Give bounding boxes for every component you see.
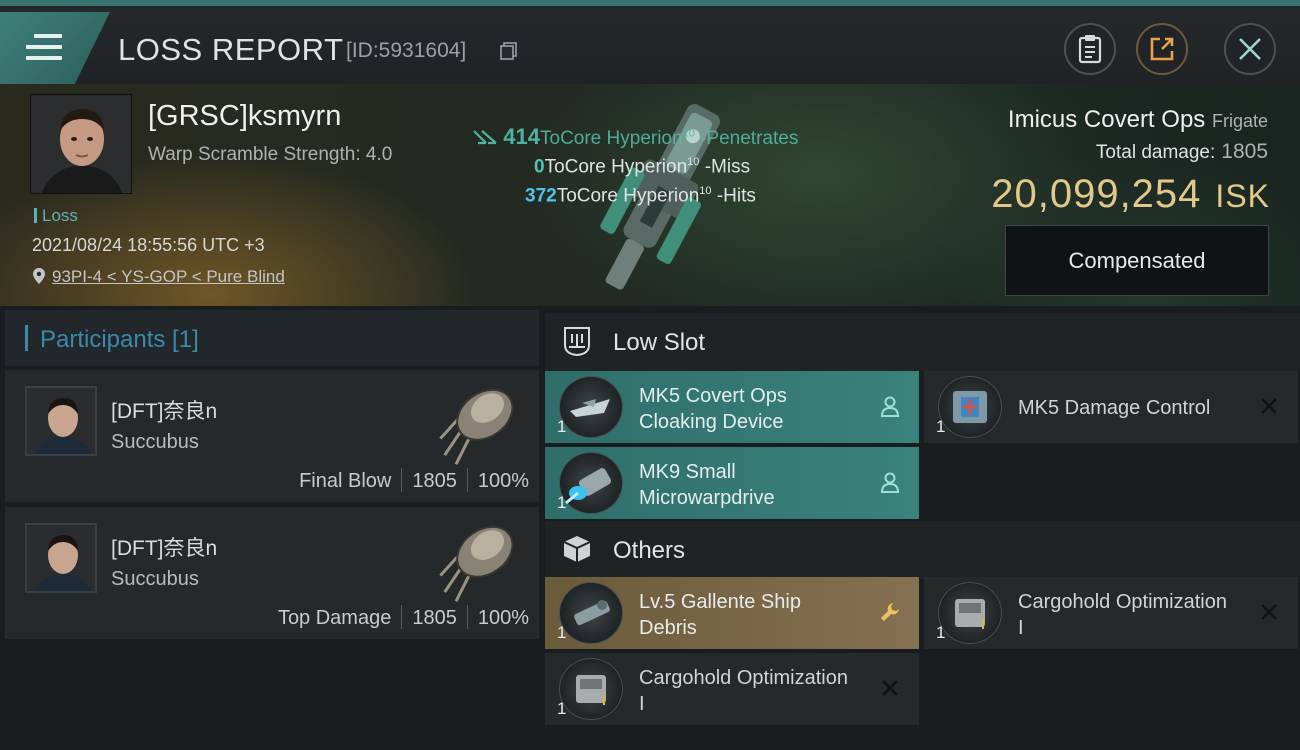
close-icon[interactable] [1258, 601, 1280, 623]
loss-tag: Loss [34, 206, 78, 226]
others-header: Others [545, 521, 1300, 579]
cloaking-device-icon [559, 376, 623, 438]
module-item[interactable]: 1 Cargohold Optimization I [545, 653, 919, 725]
damage-log-entry: 414ToCore Hyperion10 -Penetrates [472, 124, 798, 150]
damage-log-entry: 372ToCore Hyperion10 -Hits [525, 185, 756, 207]
ship-class: Frigate [1211, 111, 1268, 131]
wrench-icon[interactable] [879, 601, 901, 623]
participants-panel: Participants [1] [DFT]奈良n Succubus Final… [5, 310, 539, 750]
module-name: Lv.5 Gallente Ship Debris [639, 591, 801, 639]
loss-banner: [GRSC]ksmyrn Warp Scramble Strength: 4.0… [0, 84, 1300, 306]
loss-timestamp: 2021/08/24 18:55:56 UTC +3 [32, 235, 265, 255]
participant-percent: 100% [477, 470, 529, 492]
isk-value: 20,099,254 ISK [991, 172, 1270, 216]
low-slot-icon [564, 327, 590, 357]
module-item[interactable]: 1 MK5 Damage Control [924, 371, 1298, 443]
module-item[interactable]: 1 MK5 Covert Ops Cloaking Device [545, 371, 919, 443]
location-pin-icon [33, 268, 45, 284]
participant-stats: Top Damage 1805 100% [278, 605, 529, 630]
cargohold-icon [938, 582, 1002, 644]
total-damage: Total damage: 1805 [1095, 140, 1268, 163]
module-name: MK5 Damage Control [1018, 397, 1211, 419]
participant-percent: 100% [477, 607, 529, 629]
victim-ship-name[interactable]: Imicus Covert Ops Frigate [1008, 106, 1268, 134]
close-icon [1239, 38, 1261, 60]
succubus-ship-icon [439, 388, 514, 465]
top-bar: LOSS REPORT [ID:5931604] [0, 0, 1300, 84]
module-name: Cargohold Optimization I [1018, 591, 1227, 639]
damage-control-icon [938, 376, 1002, 438]
module-name: MK5 Covert Ops Cloaking Device [639, 385, 787, 433]
penetrate-icon [473, 130, 497, 145]
loss-location[interactable]: 93PI-4 < YS-GOP < Pure Blind [32, 267, 285, 287]
avatar [25, 386, 97, 456]
participant-name: [DFT]奈良n [111, 400, 218, 423]
participant-damage: 1805 [412, 470, 457, 492]
low-slot-title: Low Slot [613, 329, 706, 356]
module-item[interactable]: 1 MK9 Small Microwarpdrive [545, 447, 919, 519]
participant-role: Final Blow [299, 470, 392, 492]
victim-name[interactable]: [GRSC]ksmyrn [148, 100, 341, 133]
damage-log-entry: 0ToCore Hyperion10 -Miss [534, 156, 751, 178]
close-icon[interactable] [1258, 395, 1280, 417]
participant-damage: 1805 [412, 607, 457, 629]
person-icon[interactable] [879, 471, 901, 493]
participant-row[interactable]: [DFT]奈良n Succubus Final Blow 1805 100% [5, 370, 539, 502]
fitting-panel: Low Slot 1 MK5 Covert Ops Cloaking Devic… [545, 310, 1300, 750]
succubus-ship-icon [439, 525, 514, 602]
person-icon[interactable] [879, 395, 901, 417]
microwarpdrive-icon [559, 452, 623, 514]
share-button[interactable] [1136, 23, 1188, 75]
participant-row[interactable]: [DFT]奈良n Succubus Top Damage 1805 100% [5, 507, 539, 639]
warp-scramble-strength: Warp Scramble Strength: 4.0 [148, 144, 393, 165]
page-title: LOSS REPORT [118, 32, 344, 67]
clipboard-button[interactable] [1064, 23, 1116, 75]
participant-stats: Final Blow 1805 100% [299, 468, 529, 493]
location-link[interactable]: 93PI-4 < YS-GOP < Pure Blind [52, 267, 285, 286]
cargohold-icon [559, 658, 623, 720]
low-slot-header: Low Slot [545, 313, 1300, 371]
ship-debris-icon [559, 582, 623, 644]
report-id: [ID:5931604] [346, 39, 467, 62]
victim-portrait [30, 94, 132, 194]
close-icon[interactable] [879, 677, 901, 699]
compensated-button[interactable]: Compensated [1005, 225, 1269, 296]
copy-icon[interactable] [500, 42, 518, 60]
share-icon [1150, 37, 1174, 61]
participants-title: Participants [1] [25, 325, 199, 354]
participant-name: [DFT]奈良n [111, 537, 218, 560]
others-title: Others [613, 537, 686, 564]
module-name: MK9 Small Microwarpdrive [639, 461, 775, 509]
avatar [25, 523, 97, 593]
module-item[interactable]: 1 Cargohold Optimization I [924, 577, 1298, 649]
menu-button[interactable] [0, 12, 110, 84]
participant-ship: Succubus [111, 431, 199, 453]
participant-role: Top Damage [277, 607, 392, 629]
clipboard-icon [1078, 35, 1102, 64]
module-name: Cargohold Optimization I [639, 667, 848, 715]
close-button[interactable] [1224, 23, 1276, 75]
participants-header: Participants [1] [5, 310, 539, 366]
cube-icon [563, 536, 591, 562]
module-item[interactable]: 1 Lv.5 Gallente Ship Debris [545, 577, 919, 649]
hamburger-icon [26, 34, 62, 60]
participant-ship: Succubus [111, 568, 199, 590]
